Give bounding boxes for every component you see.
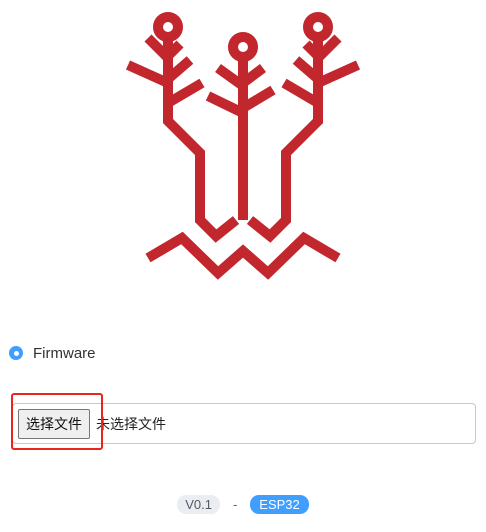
choose-file-button[interactable]: 选择文件 bbox=[18, 408, 90, 439]
chip-badge: ESP32 bbox=[250, 495, 309, 514]
footer-separator: - bbox=[232, 497, 238, 512]
footer: V0.1 - ESP32 bbox=[0, 495, 486, 514]
firmware-radio-label: Firmware bbox=[33, 344, 96, 362]
file-input[interactable]: 选择文件 未选择文件 bbox=[12, 403, 476, 444]
file-status-text: 未选择文件 bbox=[96, 416, 166, 433]
radio-dot bbox=[13, 350, 19, 356]
page: Firmware 选择文件 未选择文件 V0.1 - ESP32 bbox=[0, 0, 486, 532]
radio-checked-icon[interactable] bbox=[9, 346, 23, 360]
tree-circuit-logo-icon bbox=[125, 12, 361, 280]
logo bbox=[118, 8, 368, 294]
version-badge: V0.1 bbox=[177, 495, 220, 514]
firmware-radio[interactable]: Firmware bbox=[9, 342, 96, 364]
